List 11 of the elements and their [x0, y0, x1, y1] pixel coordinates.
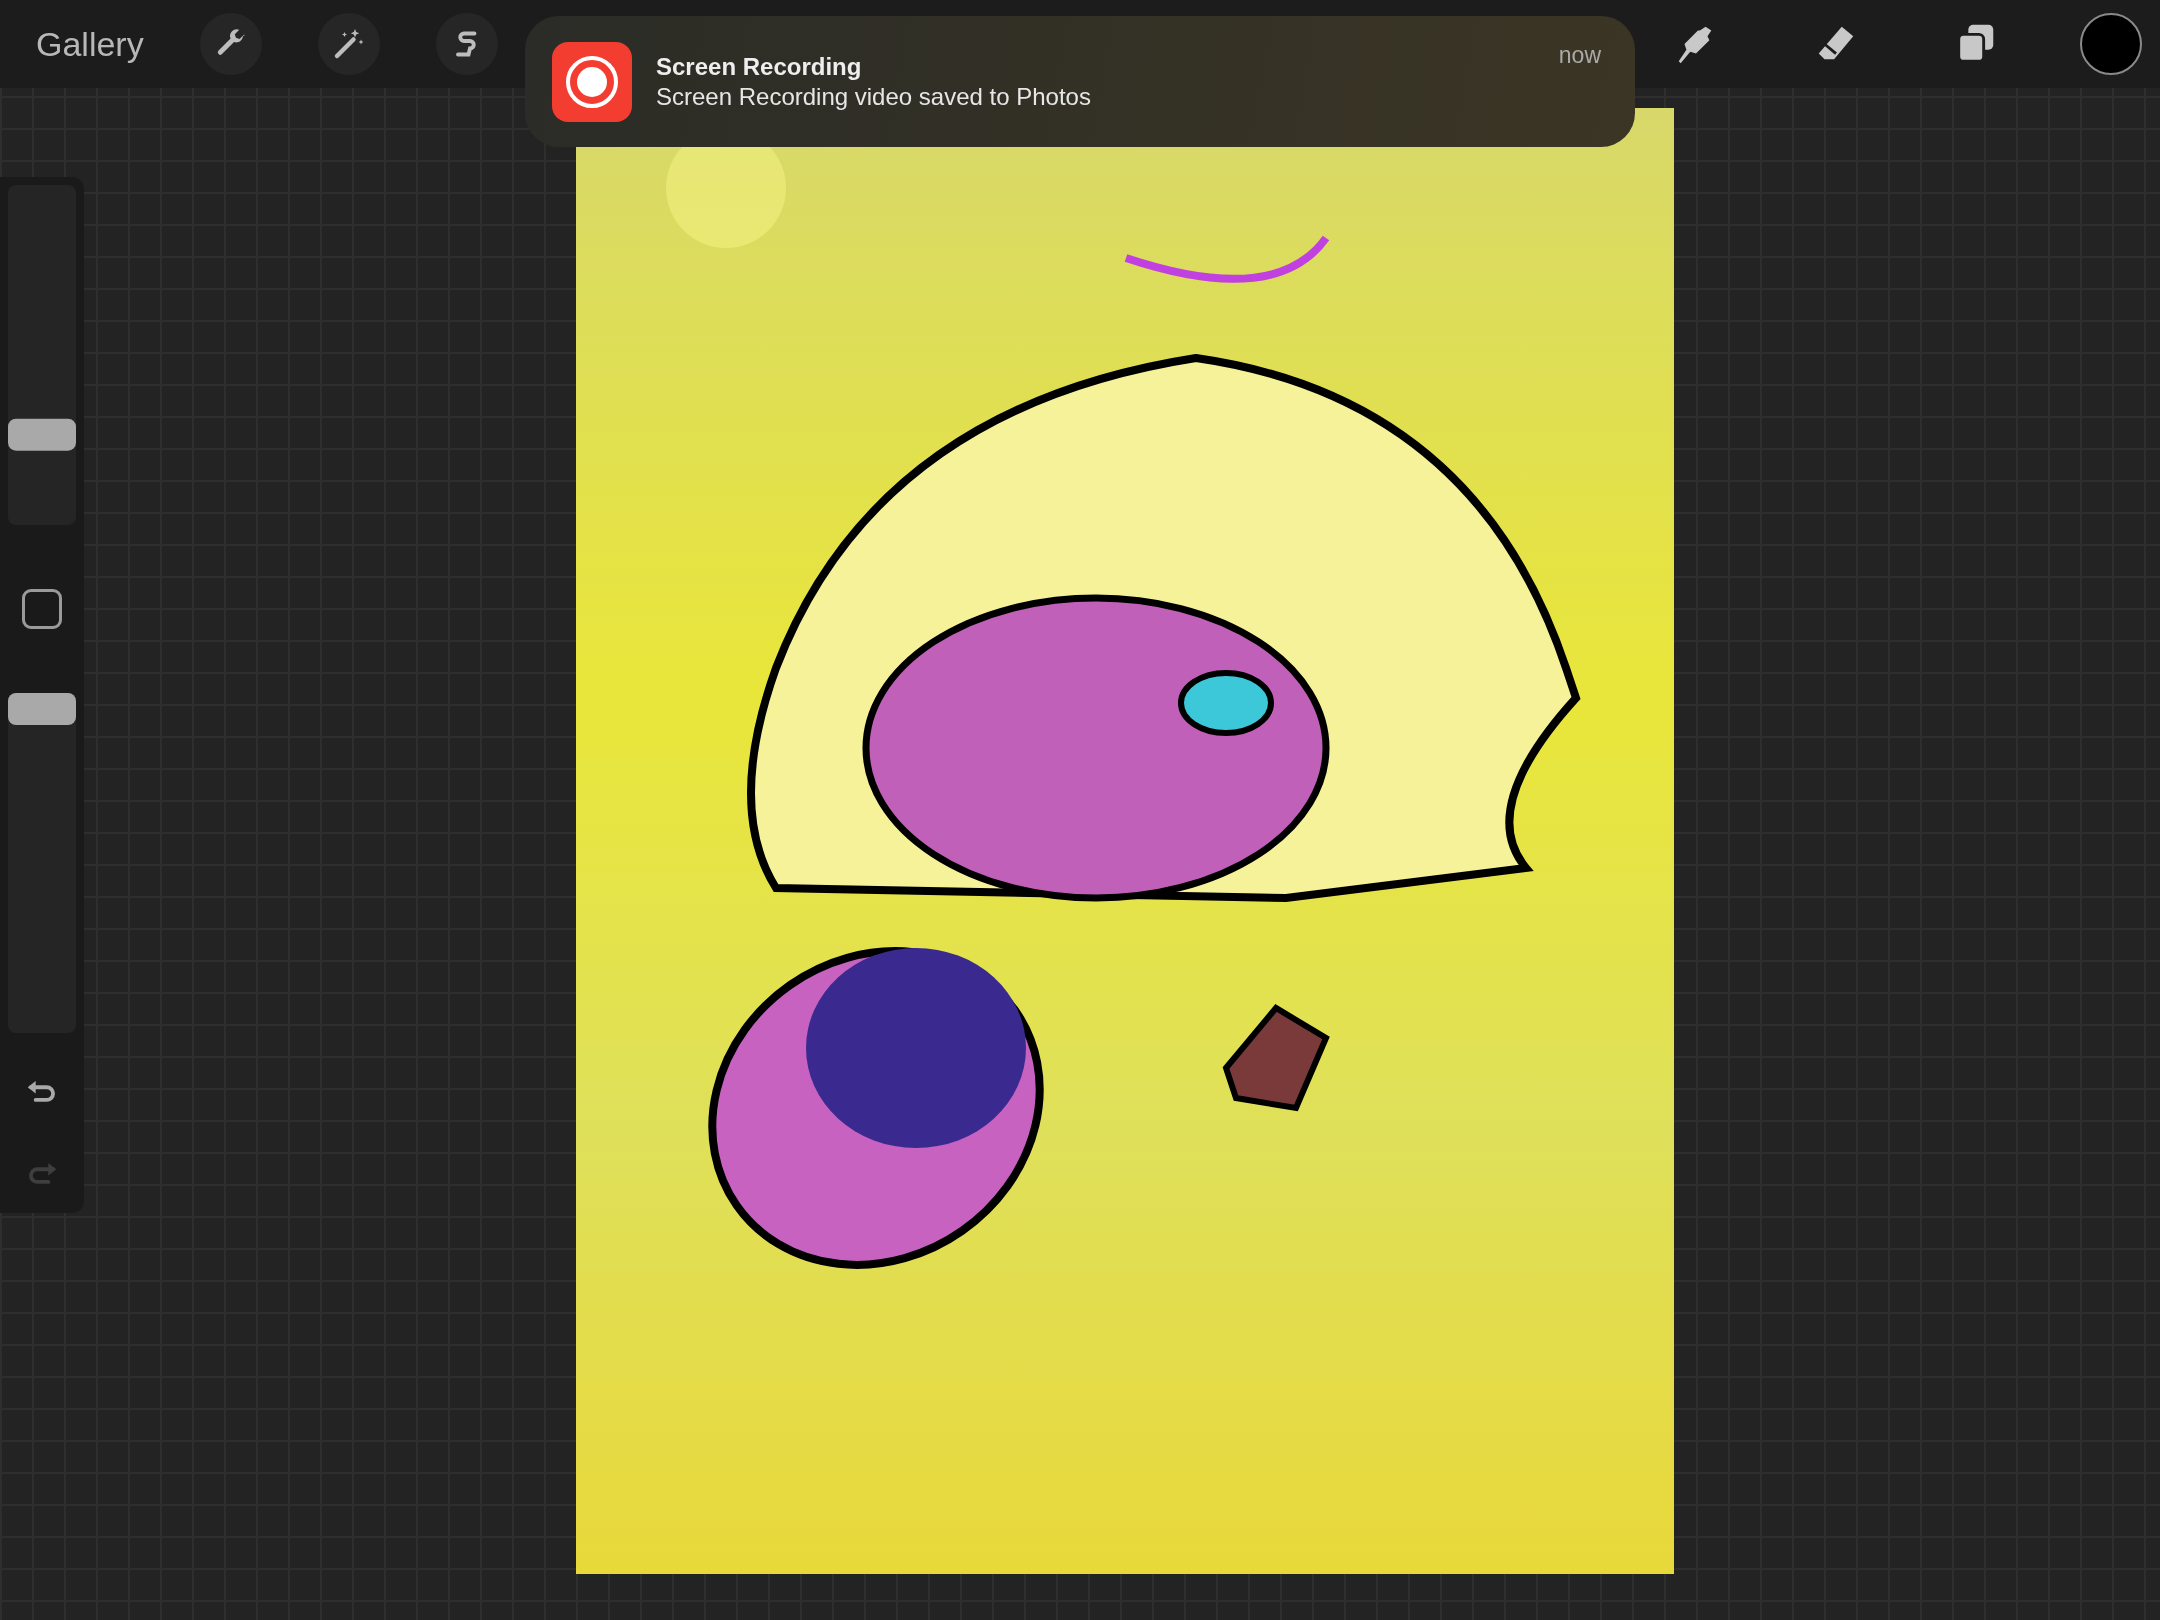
opacity-slider[interactable]: [8, 693, 76, 1033]
gallery-button[interactable]: Gallery: [24, 20, 156, 68]
slider-thumb[interactable]: [8, 419, 76, 452]
notification-message: Screen Recording video saved to Photos: [656, 82, 1092, 111]
notification-time: now: [1558, 42, 1601, 69]
notification-banner[interactable]: Screen Recording Screen Recording video saved to Photos now: [525, 16, 1635, 147]
record-icon: [552, 41, 632, 122]
notification-title: Screen Recording: [656, 52, 863, 81]
brush-size-slider[interactable]: [8, 185, 76, 525]
modify-button[interactable]: [22, 589, 62, 629]
slider-thumb[interactable]: [8, 693, 76, 725]
